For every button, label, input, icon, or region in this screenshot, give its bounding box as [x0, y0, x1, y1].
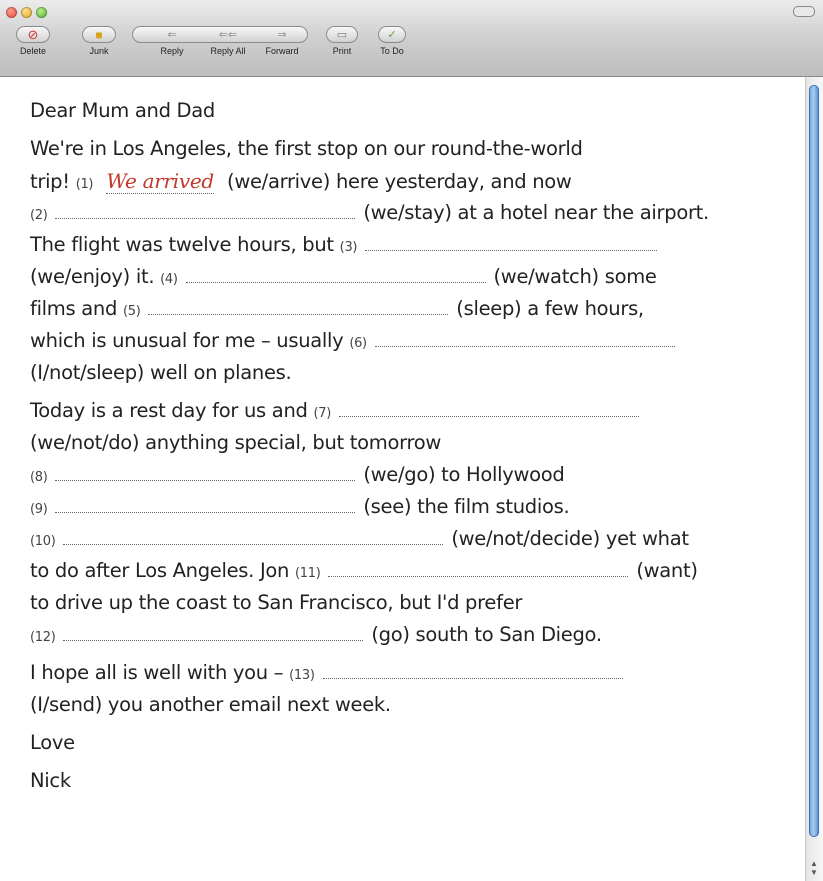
- toolbar-toggle-button[interactable]: [793, 6, 815, 17]
- text-line: The flight was twelve hours, but: [30, 233, 334, 256]
- delete-label: Delete: [19, 46, 46, 56]
- checkmark-icon: ✓: [387, 29, 397, 41]
- answer-blank[interactable]: [365, 232, 658, 251]
- answer-blank[interactable]: [55, 494, 356, 513]
- text-line: (I/send) you another email next week.: [30, 693, 391, 716]
- toolbar: ⊘ Delete ■ Junk ⇐ Reply ⇐⇐ Reply All ⇒ F…: [0, 22, 823, 72]
- reply-icon: ⇐: [167, 29, 177, 41]
- delete-button[interactable]: ⊘ Delete: [12, 22, 54, 70]
- text-line: (see) the film studios.: [363, 495, 570, 518]
- answer-blank[interactable]: [374, 328, 675, 347]
- signature: Nick: [30, 769, 71, 792]
- text-line: (want): [636, 559, 698, 582]
- text-line: (we/stay) at a hotel near the airport.: [363, 201, 709, 224]
- reply-all-icon: ⇐⇐: [218, 29, 238, 41]
- answer-blank[interactable]: [185, 264, 486, 283]
- answer-blank[interactable]: We arrived: [101, 165, 219, 194]
- mail-window: ⊘ Delete ■ Junk ⇐ Reply ⇐⇐ Reply All ⇒ F…: [0, 0, 823, 881]
- forward-button[interactable]: ⇒ Forward: [258, 22, 306, 70]
- junk-button[interactable]: ■ Junk: [78, 22, 120, 70]
- scrollbar-thumb[interactable]: [809, 85, 819, 837]
- letter-text: Dear Mum and Dad We're in Los Angeles, t…: [30, 95, 800, 797]
- gap-number: (13): [289, 668, 315, 683]
- text-line: (we/arrive) here yesterday, and now: [227, 170, 572, 193]
- answer-blank[interactable]: [55, 200, 356, 219]
- closing: Love: [30, 731, 75, 754]
- text-line: (sleep) a few hours,: [456, 297, 644, 320]
- reply-all-label: Reply All: [210, 46, 246, 56]
- gap-number: (1): [75, 177, 94, 192]
- answer-blank[interactable]: [328, 558, 629, 577]
- gap-number: (6): [349, 336, 367, 351]
- reply-button[interactable]: ⇐ Reply: [150, 22, 194, 70]
- junk-icon: ■: [95, 27, 103, 42]
- gap-number: (8): [30, 470, 48, 485]
- text-line: (we/go) to Hollywood: [363, 463, 565, 486]
- text-line: (we/enjoy) it.: [30, 265, 155, 288]
- answer-blank[interactable]: [63, 526, 444, 545]
- gap-number: (5): [122, 304, 141, 319]
- gap-number: (10): [30, 534, 56, 549]
- answer-blank[interactable]: [148, 296, 449, 315]
- todo-label: To Do: [380, 46, 404, 56]
- reply-label: Reply: [160, 46, 184, 56]
- gap-number: (12): [30, 630, 56, 645]
- window-controls: [6, 7, 47, 18]
- text-line: to drive up the coast to San Francisco, …: [30, 591, 523, 614]
- scroll-arrows-icon[interactable]: ▲ ▼: [808, 859, 820, 877]
- answer-blank[interactable]: [338, 398, 639, 417]
- printer-icon: ▭: [336, 29, 348, 41]
- minimize-window-button[interactable]: [21, 7, 32, 18]
- gap-number: (3): [339, 240, 358, 255]
- print-button[interactable]: ▭ Print: [322, 22, 362, 70]
- forward-label: Forward: [265, 46, 299, 56]
- text-line: trip!: [30, 170, 70, 193]
- answer-blank[interactable]: [55, 462, 356, 481]
- gap-number: (4): [160, 272, 178, 287]
- gap-number: (7): [313, 406, 332, 421]
- gap-number: (2): [30, 208, 48, 223]
- text-line: to do after Los Angeles. Jon: [30, 559, 290, 582]
- zoom-window-button[interactable]: [36, 7, 47, 18]
- greeting: Dear Mum and Dad: [30, 99, 215, 122]
- print-label: Print: [332, 46, 352, 56]
- text-line: films and: [30, 297, 118, 320]
- answer-blank[interactable]: [322, 660, 623, 679]
- text-line: (we/watch) some: [493, 265, 657, 288]
- delete-icon: ⊘: [27, 26, 39, 42]
- text-line: We're in Los Angeles, the first stop on …: [30, 137, 583, 160]
- junk-label: Junk: [89, 46, 109, 56]
- vertical-scrollbar[interactable]: ▲ ▼: [805, 77, 823, 881]
- reply-all-button[interactable]: ⇐⇐ Reply All: [200, 22, 256, 70]
- text-line: (I/not/sleep) well on planes.: [30, 361, 292, 384]
- text-line: (go) south to San Diego.: [371, 623, 602, 646]
- text-line: Today is a rest day for us and: [30, 399, 308, 422]
- text-line: I hope all is well with you –: [30, 661, 284, 684]
- text-line: (we/not/decide) yet what: [451, 527, 689, 550]
- example-answer: We arrived: [106, 169, 214, 194]
- answer-blank[interactable]: [63, 622, 364, 641]
- forward-icon: ⇒: [277, 29, 287, 41]
- window-titlebar: ⊘ Delete ■ Junk ⇐ Reply ⇐⇐ Reply All ⇒ F…: [0, 0, 823, 77]
- gap-number: (9): [30, 502, 48, 517]
- gap-number: (11): [295, 566, 321, 581]
- todo-button[interactable]: ✓ To Do: [372, 22, 412, 70]
- text-line: (we/not/do) anything special, but tomorr…: [30, 431, 442, 454]
- close-window-button[interactable]: [6, 7, 17, 18]
- text-line: which is unusual for me – usually: [30, 329, 344, 352]
